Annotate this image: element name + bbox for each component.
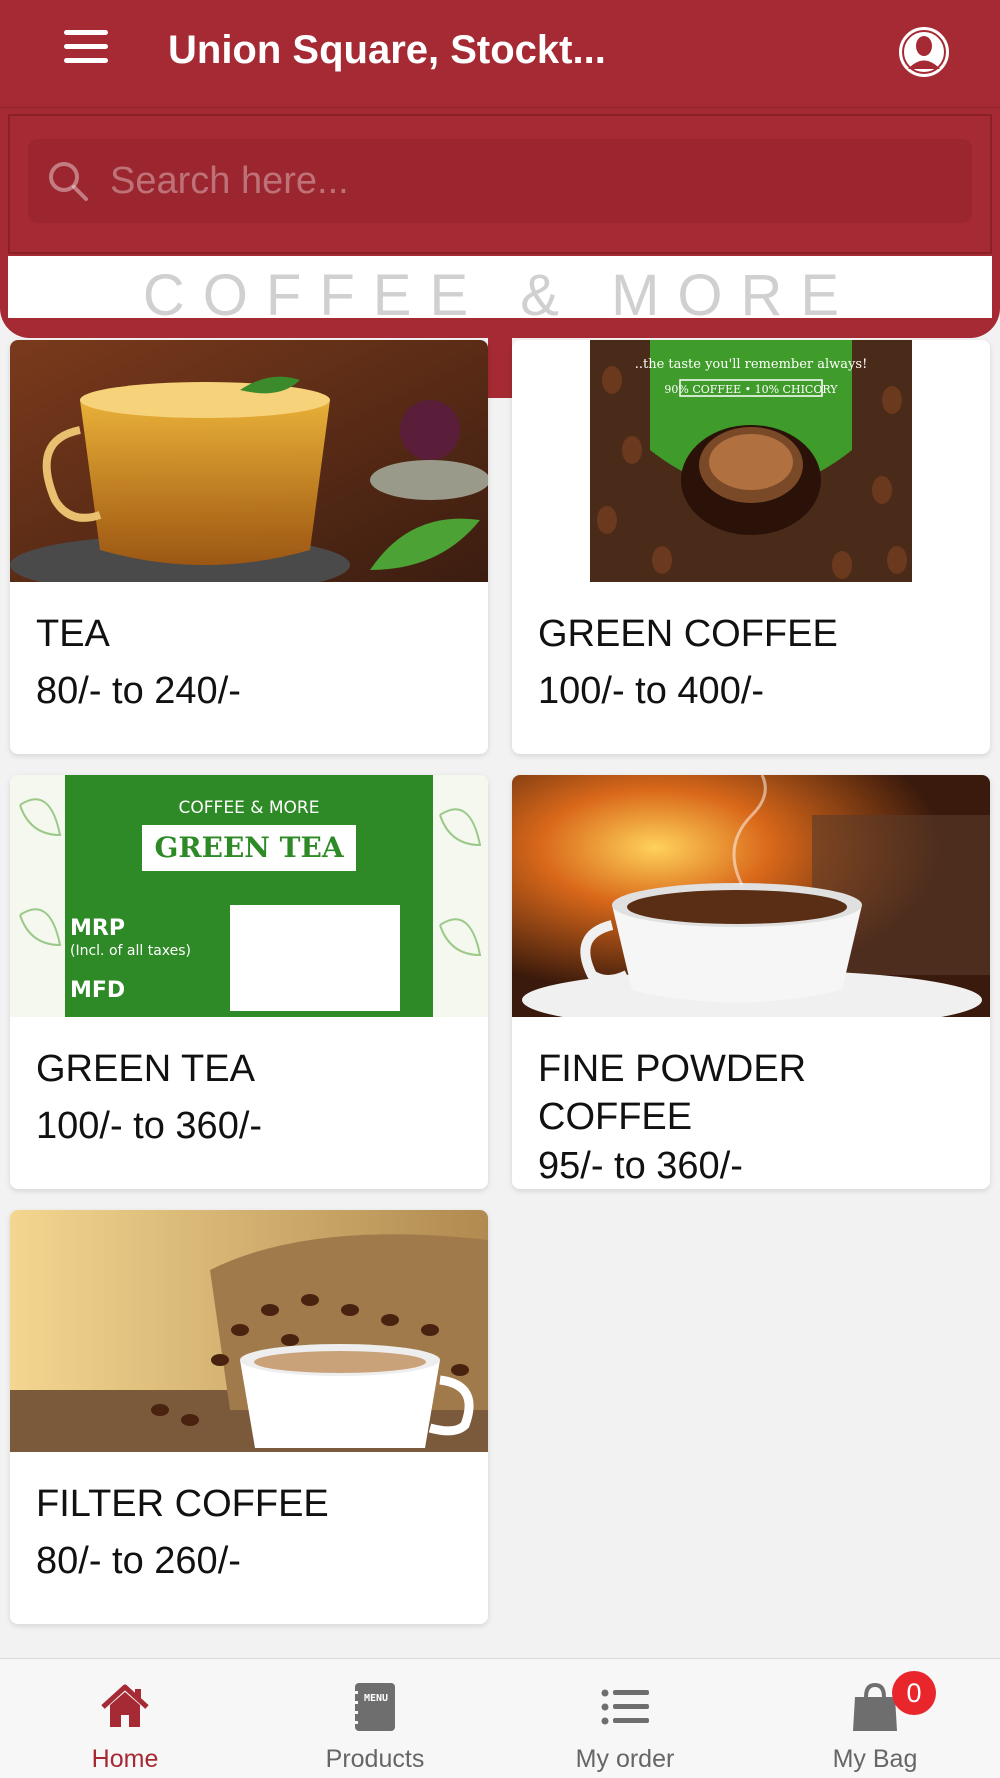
search-icon (49, 162, 88, 201)
home-icon (101, 1684, 149, 1727)
nav-my-bag[interactable]: 0 My Bag (750, 1659, 1000, 1778)
green-tea-label-photo: GREEN TEA COFFEE & MORE MRP (Incl. of al… (10, 775, 488, 1017)
product-card-green-coffee[interactable]: ..the taste you'll remember always! 90% … (512, 340, 990, 754)
svg-text:90% COFFEE • 10% CHICORY: 90% COFFEE • 10% CHICORY (664, 383, 838, 396)
nav-label: My Bag (832, 1745, 918, 1773)
brand-banner: COFFEE & MORE (8, 256, 992, 318)
svg-text:(Incl. of all taxes): (Incl. of all taxes) (70, 943, 191, 959)
search-section: COFFEE & MORE (0, 108, 1000, 338)
coffee-beans-sack-photo (10, 1210, 488, 1452)
bag-count-badge: 0 (892, 1671, 936, 1715)
nav-my-order[interactable]: My order (500, 1659, 750, 1778)
svg-text:..the taste you'll remember al: ..the taste you'll remember always! (635, 357, 868, 372)
svg-text:MENU: MENU (364, 1693, 388, 1704)
product-price: 95/- to 360/- (538, 1145, 743, 1187)
product-price: 80/- to 260/- (36, 1540, 241, 1582)
product-card-tea[interactable]: TEA 80/- to 240/- (10, 340, 488, 754)
nav-label: Home (91, 1745, 159, 1773)
user-profile-icon[interactable] (898, 26, 950, 78)
hamburger-menu-icon[interactable] (64, 30, 108, 74)
banner-tagline: COFFEE & MORE (142, 263, 858, 318)
nav-label: Products (325, 1745, 425, 1773)
product-price: 100/- to 360/- (36, 1105, 263, 1147)
product-name: FINE POWDER COFFEE (538, 1048, 807, 1138)
product-price: 80/- to 240/- (36, 670, 241, 712)
app-screen: Union Square, Stockt... COFFEE & MORE (0, 0, 1000, 1778)
product-card-green-tea[interactable]: GREEN TEA COFFEE & MORE MRP (Incl. of al… (10, 775, 488, 1189)
banner-divider (488, 338, 512, 398)
app-header: Union Square, Stockt... (0, 0, 1000, 108)
bottom-navigation: Home MENU Products My order 0 My Bag (0, 1658, 1000, 1778)
product-card-fine-powder-coffee[interactable]: FINE POWDER COFFEE 95/- to 360/- (512, 775, 990, 1189)
green-coffee-pack-photo: ..the taste you'll remember always! 90% … (512, 340, 990, 582)
nav-home[interactable]: Home (0, 1659, 250, 1778)
tea-cup-photo (10, 340, 488, 582)
product-name: FILTER COFFEE (36, 1483, 329, 1525)
nav-products[interactable]: MENU Products (250, 1659, 500, 1778)
svg-text:MRP: MRP (70, 916, 125, 941)
product-name: GREEN COFFEE (538, 613, 838, 655)
location-title[interactable]: Union Square, Stockt... (168, 28, 606, 73)
svg-text:GREEN TEA: GREEN TEA (154, 831, 344, 864)
coffee-cup-fireplace-photo (512, 775, 990, 1017)
svg-text:MFD: MFD (70, 978, 125, 1003)
svg-text:COFFEE & MORE: COFFEE & MORE (179, 798, 320, 818)
product-card-filter-coffee[interactable]: FILTER COFFEE 80/- to 260/- (10, 1210, 488, 1624)
menu-book-icon: MENU (352, 1683, 395, 1731)
list-icon (601, 1689, 649, 1725)
search-input[interactable] (90, 139, 972, 223)
product-name: TEA (36, 613, 110, 655)
search-bar[interactable] (28, 139, 972, 223)
product-name: GREEN TEA (36, 1048, 255, 1090)
nav-label: My order (575, 1745, 675, 1773)
product-price: 100/- to 400/- (538, 670, 765, 712)
